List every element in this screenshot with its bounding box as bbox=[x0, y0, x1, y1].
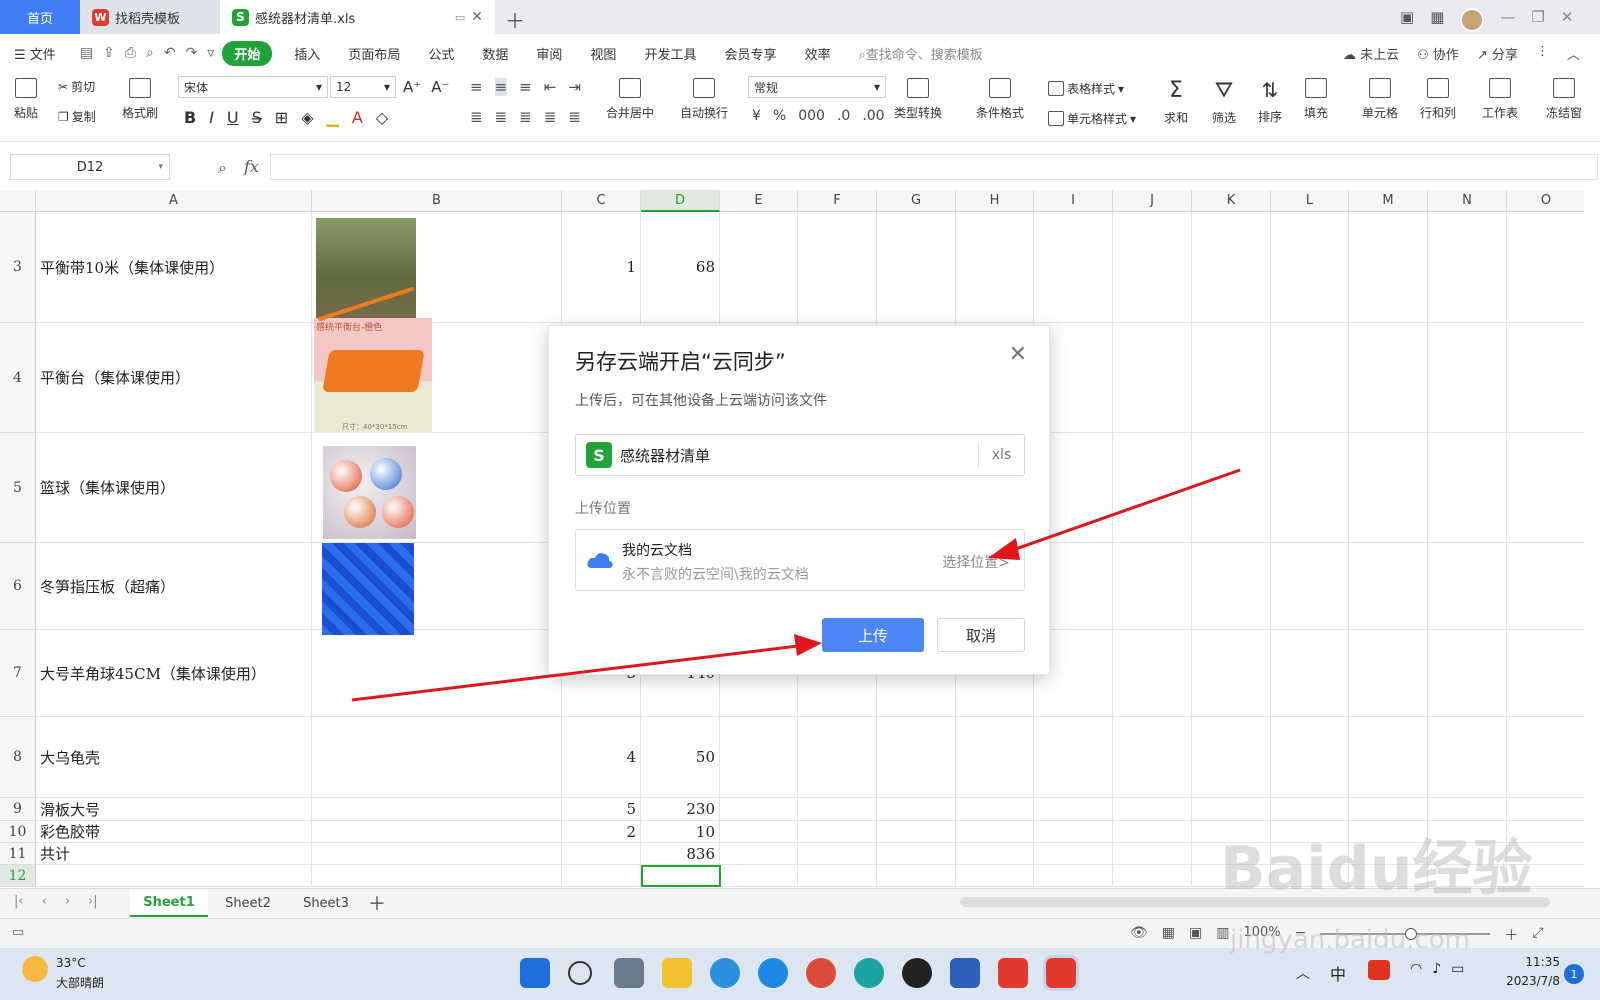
annotation-arrows bbox=[351, 468, 1241, 702]
arrow-to-upload bbox=[351, 644, 799, 702]
arrow-head-choose bbox=[988, 538, 1020, 560]
arrow-to-choose bbox=[1009, 468, 1241, 553]
arrow-head-upload bbox=[794, 634, 822, 656]
